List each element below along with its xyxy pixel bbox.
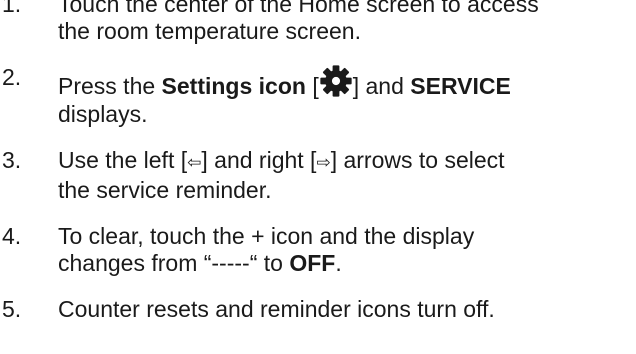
left-arrow-icon: ⇦ [187,153,202,173]
text: Press the [58,73,162,99]
gear-icon [320,65,352,97]
step-text-line-2: changes from “-----“ to OFF. [58,250,636,277]
instruction-list: 1. Touch the center of the Home screen t… [0,0,636,342]
step-number: 1. [2,0,22,17]
service-label: SERVICE [410,73,511,99]
step-4: 4. To clear, touch the + icon and the di… [0,223,636,277]
text: [ [305,73,319,99]
settings-icon-label: Settings icon [161,73,306,99]
text: ] and [352,73,411,99]
step-number: 3. [2,147,22,173]
step-5: 5. Counter resets and reminder icons tur… [0,296,636,323]
step-text-line-1: Touch the center of the Home screen to a… [58,0,539,17]
text: ] arrows to select [330,147,505,173]
off-label: OFF [289,250,336,276]
step-number: 4. [2,223,22,249]
step-3: 3. Use the left [⇦] and right [⇨] arrows… [0,147,636,204]
step-1: 1. Touch the center of the Home screen t… [0,0,636,45]
text: Use the left [ [58,147,188,173]
step-number: 2. [2,64,22,90]
step-text-line-1: Counter resets and reminder icons turn o… [58,296,495,322]
text: changes from “-----“ to [58,250,290,276]
step-number: 5. [2,296,22,322]
text: . [335,250,342,276]
step-text-line-2: displays. [58,101,148,127]
step-text-line-1: Use the left [⇦] and right [⇨] arrows to… [58,147,636,177]
right-arrow-icon: ⇨ [316,153,331,173]
step-text-line-2: the room temperature screen. [58,18,361,44]
text: ] and right [ [201,147,317,173]
step-2: 2. Press the Settings icon [ ] and SERVIC… [0,64,636,128]
step-text-line-2: the service reminder. [58,177,272,203]
step-text-line-1: Press the Settings icon [ ] and SERVICE [58,64,636,101]
step-text-line-1: To clear, touch the + icon and the displ… [58,223,475,249]
